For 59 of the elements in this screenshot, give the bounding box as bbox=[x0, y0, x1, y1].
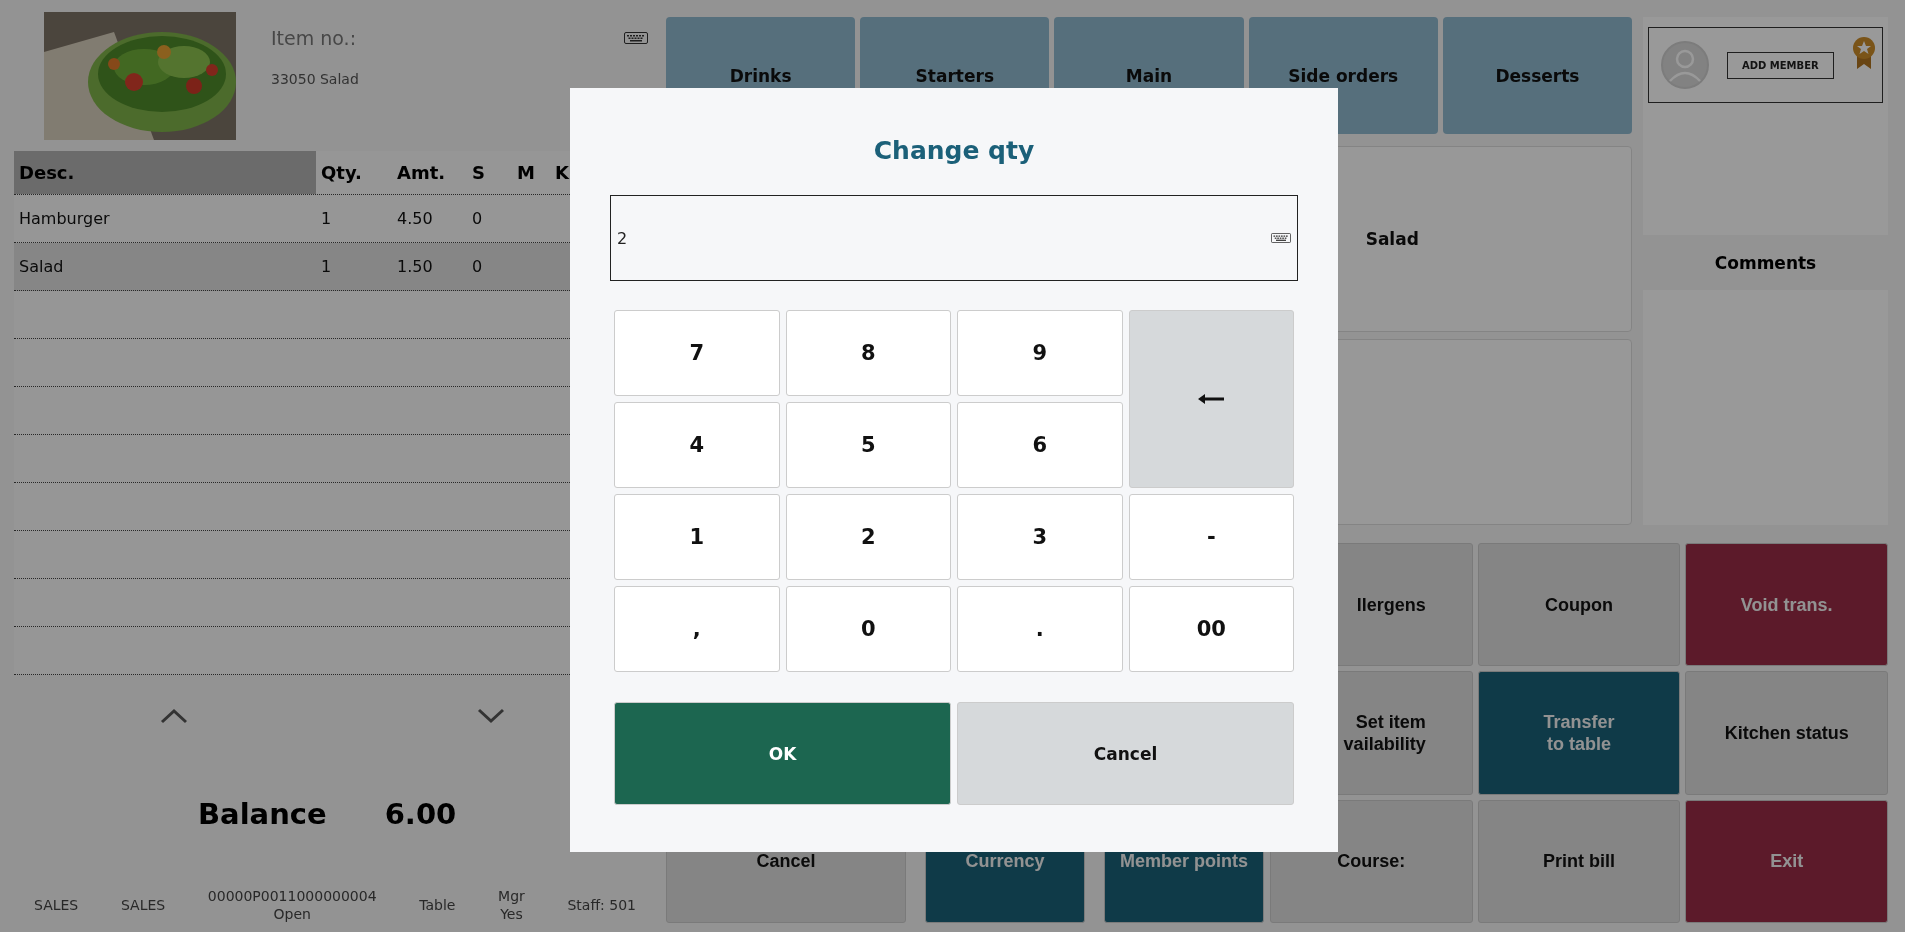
quantity-field[interactable]: 2 bbox=[610, 195, 1298, 281]
balance-label: Balance bbox=[198, 797, 327, 831]
table-cell-text: Hamburger bbox=[18, 209, 111, 228]
table-cell-text: Salad bbox=[18, 257, 65, 276]
award-icon bbox=[1852, 36, 1876, 70]
status-item: 00000P0011000000004 Open bbox=[207, 887, 377, 923]
status-item: SALES bbox=[120, 896, 166, 914]
column-header: Qty. bbox=[320, 161, 363, 185]
keypad-key[interactable]: 6 bbox=[957, 402, 1123, 488]
order-row[interactable]: Salad 1 1.50 0 bbox=[14, 243, 570, 291]
ok-button[interactable]: OK bbox=[614, 702, 951, 805]
function-button[interactable]: Coupon bbox=[1477, 543, 1681, 667]
function-button[interactable]: Kitchen status bbox=[1685, 671, 1888, 795]
keypad-key[interactable]: - bbox=[1128, 494, 1294, 580]
function-button[interactable]: Transfer to table bbox=[1477, 671, 1681, 795]
keypad-key[interactable]: 9 bbox=[957, 310, 1123, 396]
table-cell-text: 1 bbox=[320, 257, 333, 276]
column-header: S bbox=[471, 161, 486, 185]
column-header: K bbox=[554, 161, 570, 185]
function-button[interactable]: Print bill bbox=[1477, 799, 1681, 923]
function-button[interactable]: Exit bbox=[1685, 799, 1888, 923]
avatar-icon bbox=[1661, 41, 1709, 89]
chevron-up-icon[interactable] bbox=[159, 707, 189, 725]
table-cell-text: 4.50 bbox=[396, 209, 434, 228]
column-header: Desc. bbox=[14, 151, 316, 194]
keypad-key[interactable]: , bbox=[614, 586, 780, 672]
column-header: Amt. bbox=[396, 161, 447, 185]
keypad-key[interactable]: 8 bbox=[785, 310, 951, 396]
status-item: Mgr Yes bbox=[498, 887, 525, 923]
balance-value: 6.00 bbox=[384, 797, 457, 831]
keyboard-icon[interactable] bbox=[1271, 233, 1291, 243]
keypad-key[interactable]: 0 bbox=[785, 586, 951, 672]
category-button[interactable]: Desserts bbox=[1442, 17, 1632, 134]
keypad-key[interactable]: 3 bbox=[957, 494, 1123, 580]
function-button[interactable]: Void trans. bbox=[1685, 543, 1888, 667]
status-item: Table bbox=[419, 896, 456, 914]
backspace-arrow-icon bbox=[1197, 393, 1226, 405]
keypad-key[interactable]: 00 bbox=[1128, 586, 1294, 672]
item-number-label: Item no.: bbox=[271, 27, 357, 49]
keypad-key[interactable]: . bbox=[957, 586, 1123, 672]
keypad-key[interactable]: 4 bbox=[614, 402, 780, 488]
table-cell-text: 0 bbox=[471, 257, 484, 276]
keypad-key[interactable]: 1 bbox=[614, 494, 780, 580]
table-cell-text: 1.50 bbox=[396, 257, 434, 276]
status-item: Staff: 501 bbox=[567, 896, 636, 914]
cancel-button[interactable]: Cancel bbox=[957, 702, 1294, 805]
keypad-key[interactable]: 2 bbox=[785, 494, 951, 580]
dialog-title: Change qty bbox=[873, 136, 1035, 165]
column-header: M bbox=[516, 161, 536, 185]
chevron-down-icon[interactable] bbox=[476, 707, 506, 725]
status-item: SALES bbox=[34, 896, 79, 914]
table-cell-text: 1 bbox=[320, 209, 333, 228]
keypad-key[interactable]: 5 bbox=[785, 402, 951, 488]
table-cell-text: 0 bbox=[471, 209, 484, 228]
item-name: 33050 Salad bbox=[271, 71, 360, 87]
comments-label: Comments bbox=[1713, 251, 1818, 275]
add-member-button[interactable]: ADD MEMBER bbox=[1727, 51, 1834, 79]
keyboard-icon[interactable] bbox=[624, 32, 648, 44]
keypad-key[interactable]: 7 bbox=[614, 310, 780, 396]
